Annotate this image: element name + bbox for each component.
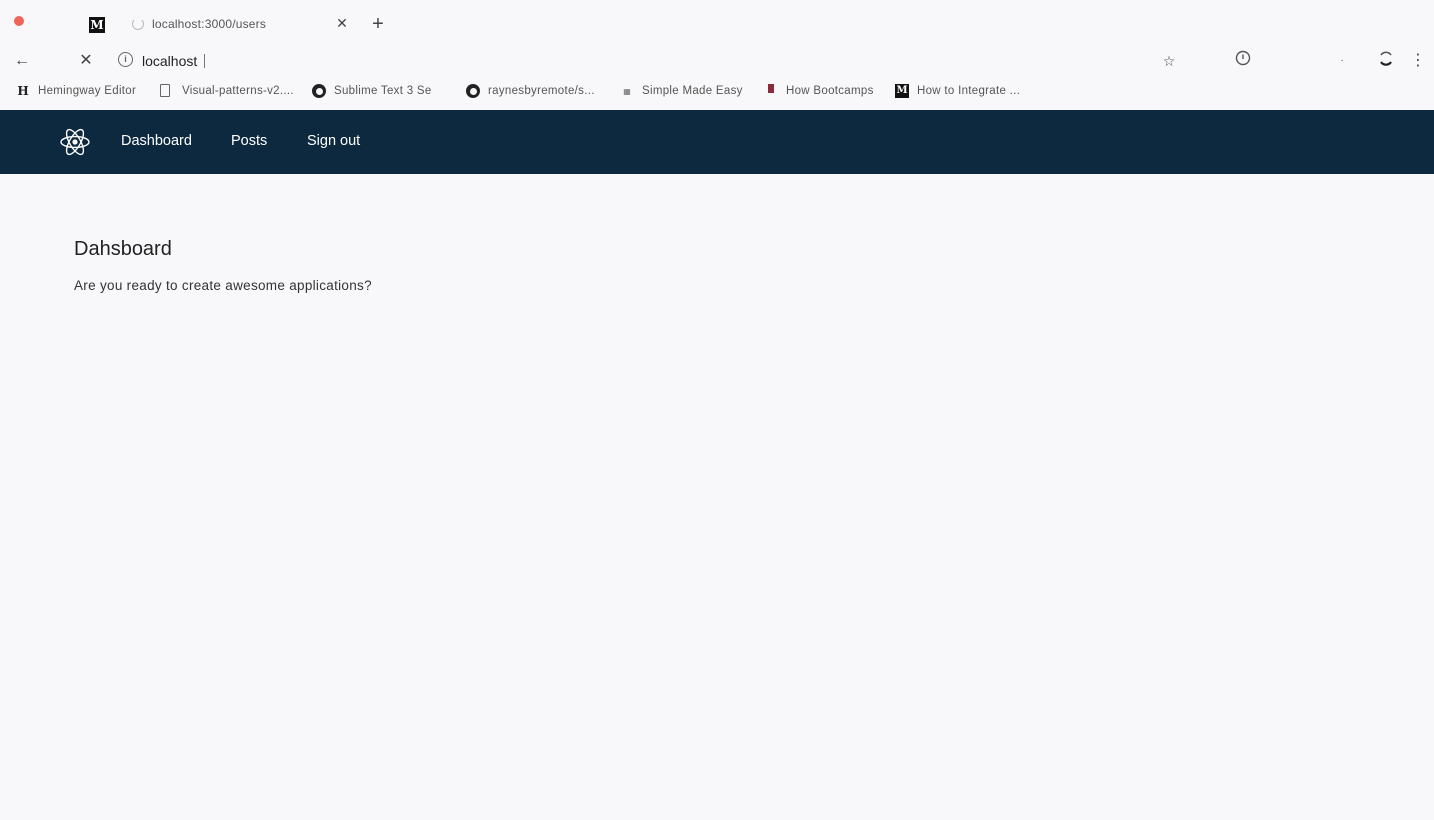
app-navbar: Dashboard Posts Sign out [0, 110, 1434, 174]
close-tab-icon[interactable]: ✕ [333, 14, 351, 32]
browser-window: M localhost:3000/users ✕ + ← ✕ i localho… [0, 0, 1434, 820]
bookmark-label: Simple Made Easy [642, 85, 743, 97]
bookmark-label: How to Integrate ... [917, 85, 1021, 97]
nav-link-sign-out[interactable]: Sign out [307, 133, 360, 149]
back-arrow-icon[interactable]: ← [11, 50, 33, 72]
loading-spinner-icon [132, 18, 144, 30]
close-window-button[interactable] [14, 16, 24, 26]
medium-icon: M [895, 84, 909, 98]
profile-icon[interactable] [1375, 50, 1397, 72]
page-subtitle: Are you ready to create awesome applicat… [74, 278, 372, 293]
bookmarks-bar: H Hemingway Editor Visual-patterns-v2...… [0, 78, 1434, 106]
browser-toolbar: ← ✕ i localhost ☆ · ⋮ [0, 46, 1434, 76]
nav-link-dashboard[interactable]: Dashboard [121, 133, 192, 149]
bookmark-label: Hemingway Editor [38, 85, 137, 97]
info-icon[interactable]: i [118, 52, 133, 67]
bookmark-label: raynesbyremote/s... [488, 85, 595, 97]
react-logo-icon[interactable] [59, 126, 91, 158]
document-icon [160, 84, 170, 97]
nav-link-posts[interactable]: Posts [231, 133, 267, 149]
text-cursor [204, 54, 205, 68]
bookmark-star-icon[interactable]: ☆ [1158, 50, 1180, 72]
bookmark-label: How Bootcamps [786, 85, 874, 97]
main-content: Dahsboard Are you ready to create awesom… [74, 238, 372, 293]
simple-made-easy-icon: ▦ [623, 86, 631, 96]
tab-strip: M localhost:3000/users ✕ + [0, 0, 1434, 46]
bootcamps-icon [768, 84, 774, 93]
bookmark-label: Sublime Text 3 Se [334, 85, 432, 97]
browser-tab[interactable]: M localhost:3000/users ✕ [80, 6, 358, 42]
menu-icon[interactable]: ⋮ [1407, 50, 1429, 72]
new-tab-icon[interactable]: + [368, 14, 388, 34]
bookmark-label: Visual-patterns-v2.... [182, 85, 294, 97]
hemingway-icon: H [17, 84, 29, 98]
medium-icon: M [89, 17, 105, 33]
page-title: Dahsboard [74, 238, 172, 260]
extension-icon[interactable] [1232, 50, 1254, 72]
github-icon [466, 84, 480, 98]
stop-loading-icon[interactable]: ✕ [75, 50, 97, 72]
tab-title: localhost:3000/users [152, 17, 267, 31]
extension-dot-icon[interactable]: · [1331, 50, 1353, 72]
github-icon [312, 84, 326, 98]
address-input[interactable]: localhost [142, 53, 197, 69]
